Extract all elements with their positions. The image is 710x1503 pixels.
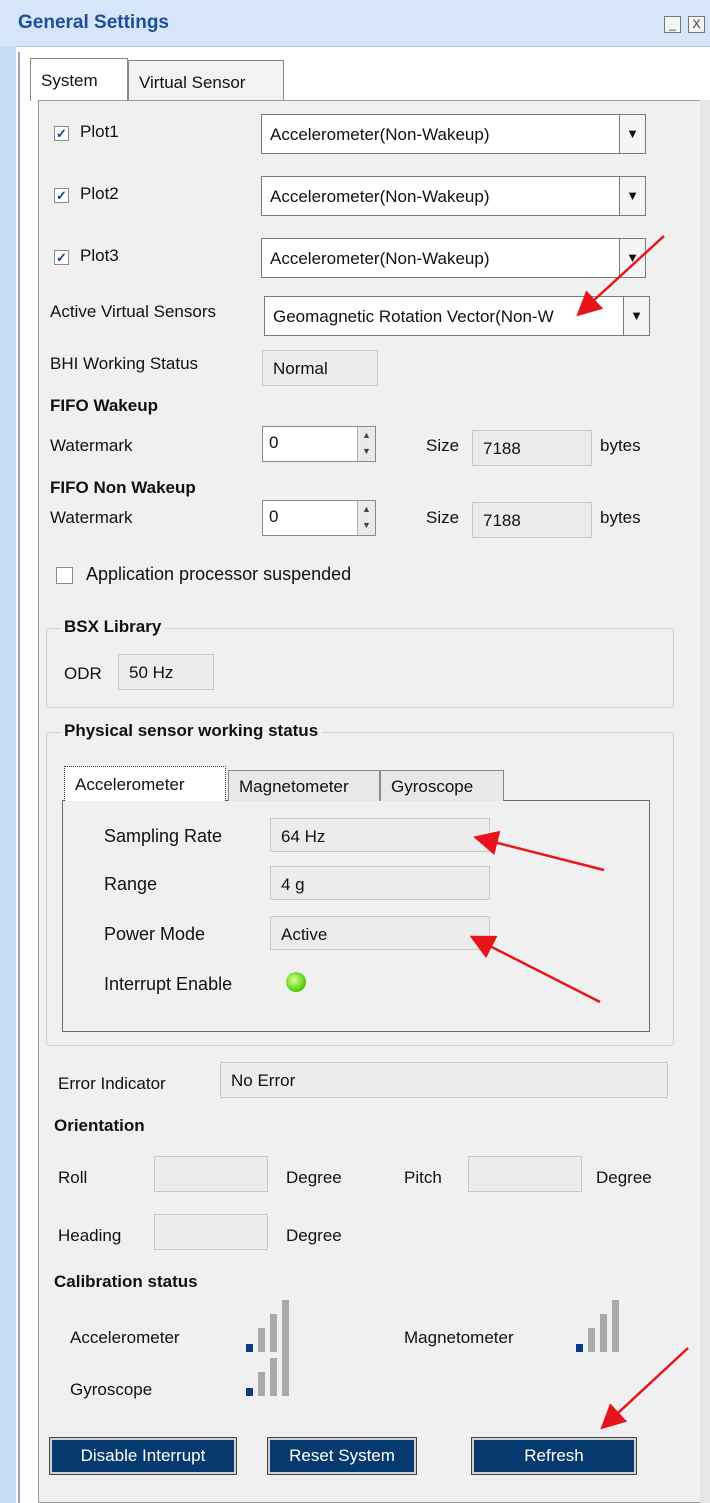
annotation-arrow	[600, 1347, 689, 1430]
annotation-arrow	[473, 830, 605, 872]
annotation-arrow	[576, 235, 665, 317]
annotation-arrows	[469, 235, 689, 1430]
annotation-arrow	[469, 935, 601, 1004]
